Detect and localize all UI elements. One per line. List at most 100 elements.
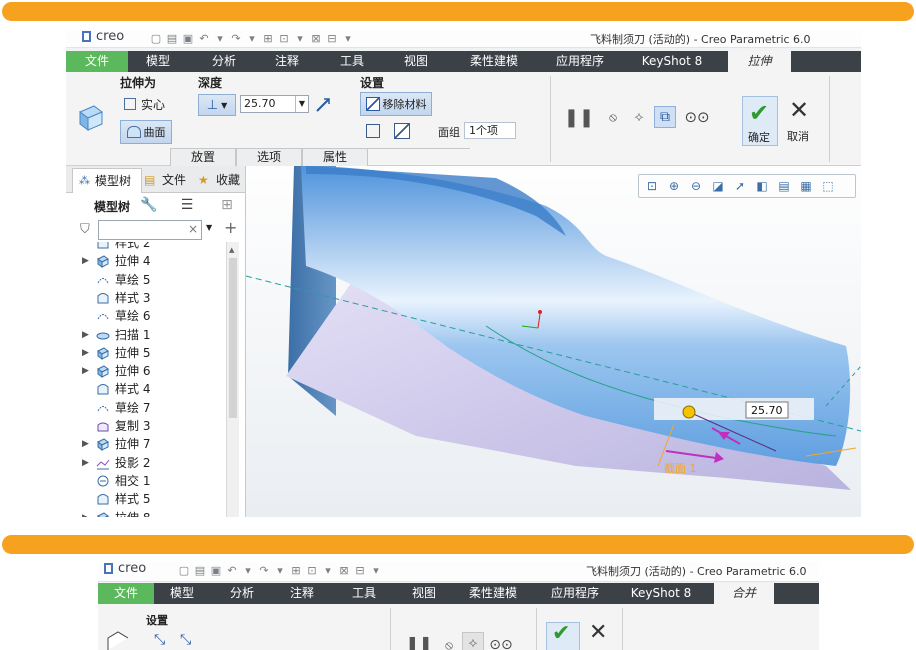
- flip-side-icon[interactable]: [394, 123, 410, 139]
- menu-applications[interactable]: 应用程序: [545, 51, 615, 72]
- add-icon[interactable]: +: [224, 218, 237, 237]
- tree-filter-icon[interactable]: ⊞: [216, 194, 238, 216]
- chevron-down-icon[interactable]: ▾: [242, 564, 254, 577]
- menu-tools[interactable]: 工具: [322, 51, 382, 72]
- settings-icon[interactable]: ⊟: [326, 32, 338, 45]
- expand-arrow-icon[interactable]: ▶: [82, 454, 92, 472]
- regenerate-icon[interactable]: ⊞: [290, 564, 302, 577]
- new-icon[interactable]: ▢: [150, 32, 162, 45]
- expand-arrow-icon[interactable]: ▶: [82, 509, 92, 518]
- close-window-icon[interactable]: ⊠: [338, 564, 350, 577]
- tab-properties[interactable]: 属性: [302, 149, 368, 166]
- save-icon[interactable]: ▣: [182, 32, 194, 45]
- tab-placement[interactable]: 放置: [170, 149, 236, 166]
- verify-preview-icon[interactable]: ⊙⊙: [489, 634, 512, 650]
- menu-applications[interactable]: 应用程序: [542, 583, 608, 604]
- ok-button[interactable]: ✔ 确定: [742, 96, 778, 146]
- menu-annotate[interactable]: 注释: [257, 51, 317, 72]
- quick-access-toolbar[interactable]: ▢ ▤ ▣ ↶ ▾ ↷ ▾ ⊞ ⊡ ▾ ⊠ ⊟ ▾: [178, 563, 382, 577]
- expand-arrow-icon[interactable]: ▶: [82, 252, 92, 270]
- customize-icon[interactable]: ▾: [342, 32, 354, 45]
- expand-arrow-icon[interactable]: ▶: [82, 362, 92, 380]
- section-label[interactable]: 截面 1: [664, 461, 697, 475]
- tree-search-input[interactable]: ×: [98, 220, 202, 240]
- close-window-icon[interactable]: ⊠: [310, 32, 322, 45]
- chevron-down-icon[interactable]: ▾: [214, 32, 226, 45]
- solid-option[interactable]: 实心: [124, 96, 165, 113]
- open-icon[interactable]: ▤: [194, 564, 206, 577]
- quick-access-toolbar[interactable]: ▢ ▤ ▣ ↶ ▾ ↷ ▾ ⊞ ⊡ ▾ ⊠ ⊟ ▾: [150, 31, 354, 45]
- depth-type-button[interactable]: ⊥ ▼: [198, 94, 236, 116]
- window-icon[interactable]: ⊡: [306, 564, 318, 577]
- menu-flexible-modeling[interactable]: 柔性建模: [460, 583, 526, 604]
- depth-input[interactable]: 25.70 ▼: [240, 95, 309, 113]
- attached-preview-icon[interactable]: ⟡: [628, 106, 650, 128]
- window-icon[interactable]: ⊡: [278, 32, 290, 45]
- attached-preview-icon[interactable]: ⟡: [462, 632, 484, 650]
- pause-icon[interactable]: ❚❚: [406, 632, 433, 650]
- tab-extrude[interactable]: 拉伸: [728, 51, 791, 72]
- scroll-up-icon[interactable]: ▲: [229, 246, 234, 254]
- scroll-thumb[interactable]: [229, 258, 237, 418]
- pause-icon[interactable]: ❚❚: [564, 106, 594, 128]
- remove-material-button[interactable]: 移除材料: [360, 92, 432, 116]
- tab-folder-browser[interactable]: ▤ 文件: [140, 168, 198, 192]
- customize-icon[interactable]: ▾: [370, 564, 382, 577]
- menu-file[interactable]: 文件: [66, 51, 128, 72]
- redo-icon[interactable]: ↷: [230, 32, 242, 45]
- surface-button[interactable]: 曲面: [120, 120, 172, 144]
- drag-handle[interactable]: [682, 405, 696, 419]
- no-preview-icon[interactable]: ⦸: [602, 106, 624, 128]
- menu-view[interactable]: 视图: [396, 583, 452, 604]
- settings-icon[interactable]: ⊟: [354, 564, 366, 577]
- redo-icon[interactable]: ↷: [258, 564, 270, 577]
- chevron-down-icon[interactable]: ▾: [274, 564, 286, 577]
- clear-search-icon[interactable]: ×: [188, 222, 198, 236]
- ok-button[interactable]: ✔: [546, 621, 580, 650]
- undo-icon[interactable]: ↶: [198, 32, 210, 45]
- menu-flexible-modeling[interactable]: 柔性建模: [459, 51, 529, 72]
- menu-tools[interactable]: 工具: [336, 583, 392, 604]
- detached-preview-icon[interactable]: ⧉: [654, 106, 676, 128]
- flip-depth-icon[interactable]: [314, 96, 332, 114]
- no-preview-icon[interactable]: ⦸: [438, 634, 460, 650]
- model-canvas[interactable]: 25.70 截面 1: [246, 166, 861, 517]
- menu-keyshot[interactable]: KeyShot 8: [632, 51, 712, 72]
- tree-columns-icon[interactable]: ☰: [176, 194, 198, 216]
- menu-model[interactable]: 模型: [154, 583, 210, 604]
- tab-favorites[interactable]: ★ 收藏: [194, 168, 254, 192]
- graphics-window[interactable]: ⊡ ⊕ ⊖ ◪ ➚ ◧ ▤ ▦ ⬚ 25.70 截面 1: [246, 166, 861, 517]
- verify-preview-icon[interactable]: ⊙⊙: [684, 106, 709, 128]
- chevron-down-icon[interactable]: ▼: [206, 223, 212, 232]
- menu-file[interactable]: 文件: [98, 583, 154, 604]
- open-icon[interactable]: ▤: [166, 32, 178, 45]
- quilt-collector[interactable]: 1个项: [464, 122, 516, 139]
- save-icon[interactable]: ▣: [210, 564, 222, 577]
- tab-merge[interactable]: 合并: [714, 583, 774, 604]
- chevron-down-icon[interactable]: ▾: [294, 32, 306, 45]
- expand-arrow-icon[interactable]: ▶: [82, 326, 92, 344]
- chevron-down-icon[interactable]: ▾: [246, 32, 258, 45]
- menu-model[interactable]: 模型: [128, 51, 188, 72]
- chevron-down-icon[interactable]: ▼: [295, 96, 308, 112]
- menu-analysis[interactable]: 分析: [194, 51, 254, 72]
- tree-scrollbar[interactable]: ▲: [226, 242, 239, 517]
- flip-first-icon[interactable]: ⤡: [154, 632, 165, 648]
- menu-analysis[interactable]: 分析: [214, 583, 270, 604]
- tree-settings-icon[interactable]: 🔧: [138, 194, 160, 216]
- undo-icon[interactable]: ↶: [226, 564, 238, 577]
- tab-options[interactable]: 选项: [236, 149, 302, 166]
- expand-arrow-icon[interactable]: ▶: [82, 344, 92, 362]
- flip-second-icon[interactable]: ⤡: [180, 632, 191, 648]
- cancel-button[interactable]: ✕: [586, 620, 616, 650]
- menu-view[interactable]: 视图: [386, 51, 446, 72]
- tab-model-tree[interactable]: ⁂ 模型树: [72, 168, 142, 193]
- expand-arrow-icon[interactable]: ▶: [82, 435, 92, 453]
- chevron-down-icon[interactable]: ▾: [322, 564, 334, 577]
- new-icon[interactable]: ▢: [178, 564, 190, 577]
- regenerate-icon[interactable]: ⊞: [262, 32, 274, 45]
- thicken-icon[interactable]: [366, 124, 380, 138]
- cancel-button[interactable]: ✕ 取消: [782, 96, 818, 146]
- menu-annotate[interactable]: 注释: [274, 583, 330, 604]
- menu-keyshot[interactable]: KeyShot 8: [622, 583, 700, 604]
